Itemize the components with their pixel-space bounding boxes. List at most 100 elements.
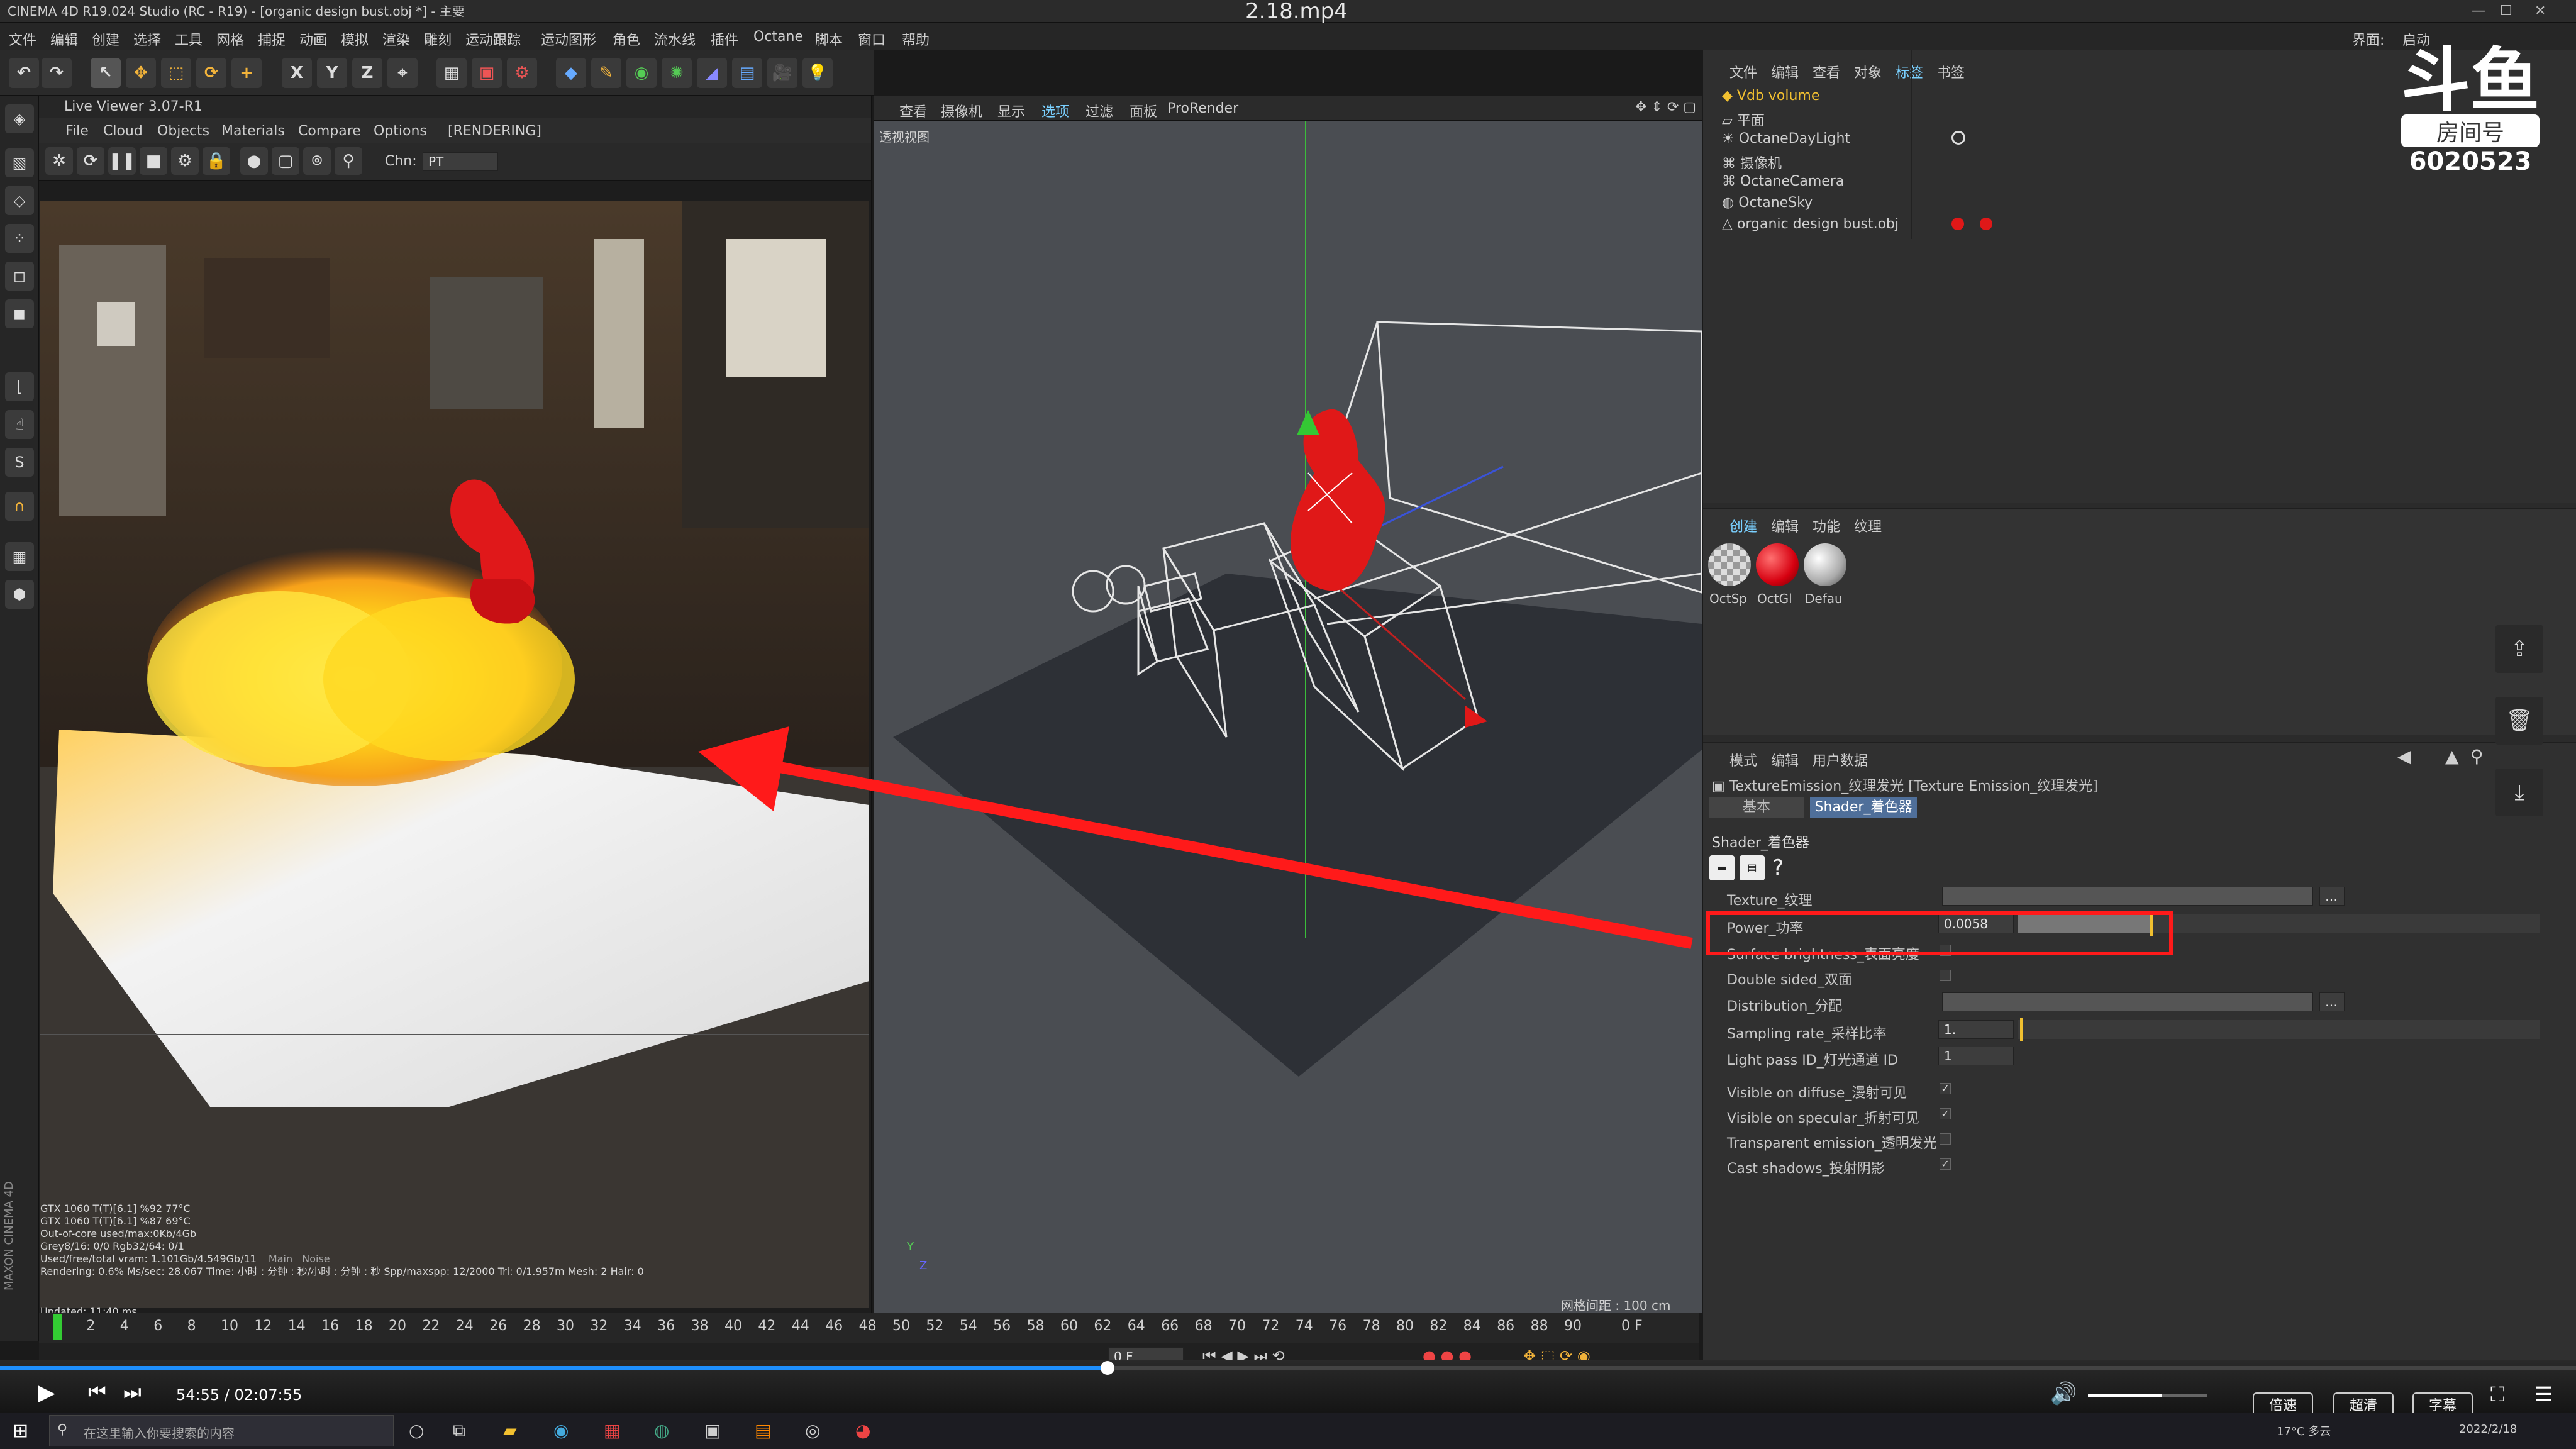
z-axis-lock-button[interactable]: Z	[352, 58, 382, 88]
menu-item-mograph[interactable]: 运动图形	[541, 29, 596, 49]
add-tool-icon[interactable]: +	[231, 58, 262, 88]
points-mode-icon[interactable]: ⁘	[5, 224, 34, 253]
previous-icon[interactable]: ⏮	[88, 1380, 106, 1404]
fullscreen-icon[interactable]: ⛶	[2490, 1382, 2504, 1407]
scale-tool-icon[interactable]: ⬚	[161, 58, 191, 88]
vp-menu-panel[interactable]: 面板	[1130, 101, 1157, 121]
menu-item-select[interactable]: 选择	[133, 29, 161, 49]
axis-mode-icon[interactable]: ⌊	[5, 372, 34, 401]
task-view-icon[interactable]: ⧉	[453, 1420, 465, 1441]
vp-menu-filter[interactable]: 过滤	[1085, 101, 1113, 121]
menu-item-tools[interactable]: 工具	[175, 29, 203, 49]
back-arrow-icon[interactable]: ◀	[2397, 746, 2411, 767]
model-mode-icon[interactable]: ◈	[5, 104, 34, 133]
menu-item-help[interactable]: 帮助	[902, 29, 930, 49]
stop-icon[interactable]: ■	[140, 147, 167, 175]
vp-menu-display[interactable]: 显示	[997, 101, 1025, 121]
menu-item-pipeline[interactable]: 流水线	[654, 29, 696, 49]
distribution-more-button[interactable]: …	[2319, 992, 2345, 1011]
vp-menu-cameras[interactable]: 摄像机	[941, 101, 982, 121]
cloner-icon[interactable]: ✺	[662, 58, 692, 88]
load-preset-icon[interactable]: ▤	[1740, 855, 1765, 880]
floor-icon[interactable]: ▤	[732, 58, 762, 88]
grid-icon[interactable]: ▦	[5, 542, 34, 571]
texture-mode-icon[interactable]: ▧	[5, 148, 34, 177]
timeline-playhead[interactable]	[53, 1314, 62, 1340]
om-menu-file[interactable]: 文件	[1729, 62, 1757, 82]
sampling-rate-slider[interactable]	[2018, 1020, 2540, 1039]
undo-icon[interactable]: ↶	[9, 58, 39, 88]
lv-menu-file[interactable]: File	[65, 123, 89, 139]
render-settings-icon[interactable]: ⚙	[507, 58, 537, 88]
help-icon[interactable]: ?	[1772, 855, 1784, 880]
search-icon[interactable]: ⚲	[2470, 746, 2484, 767]
taskbar-app-icon[interactable]: ▦	[604, 1420, 620, 1441]
tab-shader[interactable]: Shader_着色器	[1810, 797, 1917, 818]
double-sided-checkbox[interactable]	[1940, 970, 1951, 981]
object-row-octane-camera[interactable]: ⌘ OctaneCamera	[1722, 174, 1844, 189]
lv-menu-cloud[interactable]: Cloud	[103, 123, 143, 139]
edges-mode-icon[interactable]: ◻	[5, 262, 34, 291]
texture-more-button[interactable]: …	[2319, 887, 2345, 906]
menu-item-mesh[interactable]: 网格	[216, 29, 244, 49]
volume-icon[interactable]: 🔊	[2050, 1381, 2077, 1406]
sampling-rate-input[interactable]: 1.	[1938, 1020, 2014, 1039]
menu-item-script[interactable]: 脚本	[815, 29, 843, 49]
om-menu-bookmarks[interactable]: 书签	[1937, 62, 1965, 82]
menu-item-render[interactable]: 渲染	[382, 29, 410, 49]
menu-item-character[interactable]: 角色	[613, 29, 640, 49]
mm-menu-texture[interactable]: 纹理	[1854, 516, 1882, 536]
material-default-swatch[interactable]	[1804, 543, 1846, 586]
delete-icon[interactable]: 🗑	[2496, 697, 2543, 745]
cast-shadows-checkbox[interactable]: ✓	[1940, 1158, 1951, 1170]
light-icon[interactable]: 💡	[802, 58, 833, 88]
menu-item-create[interactable]: 创建	[92, 29, 119, 49]
mm-menu-function[interactable]: 功能	[1813, 516, 1840, 536]
material-tag-icon[interactable]	[1980, 218, 1992, 230]
workplane-icon[interactable]: ◇	[5, 186, 34, 215]
taskbar-app-icon[interactable]: ▣	[704, 1420, 721, 1441]
transparent-emission-checkbox[interactable]	[1940, 1133, 1951, 1145]
file-explorer-icon[interactable]: ▰	[503, 1420, 517, 1441]
lv-menu-materials[interactable]: Materials	[221, 123, 285, 139]
vp-menu-options[interactable]: 选项	[1041, 101, 1069, 121]
cortana-icon[interactable]: ○	[409, 1420, 424, 1441]
menu-item-plugins[interactable]: 插件	[711, 29, 738, 49]
material-octgl-swatch[interactable]	[1756, 543, 1799, 586]
object-row-camera[interactable]: ⌘ 摄像机	[1722, 152, 1782, 172]
move-tool-icon[interactable]: ✥	[126, 58, 156, 88]
workplane-lock-icon[interactable]: ⬢	[5, 580, 34, 609]
lv-menu-compare[interactable]: Compare	[298, 123, 361, 139]
pin-icon[interactable]: ⚲	[335, 147, 362, 175]
object-row-octane-daylight[interactable]: ☀ OctaneDayLight	[1722, 131, 1850, 147]
stat-tab-main[interactable]: Main	[269, 1253, 292, 1265]
om-menu-view[interactable]: 查看	[1813, 62, 1840, 82]
object-row-octane-sky[interactable]: ◍ OctaneSky	[1722, 195, 1813, 211]
x-axis-lock-button[interactable]: X	[282, 58, 312, 88]
region-icon[interactable]: ▢	[272, 147, 299, 175]
chrome-taskbar-icon[interactable]: ◕	[855, 1420, 870, 1441]
am-menu-edit[interactable]: 编辑	[1771, 750, 1799, 770]
menu-item-sculpt[interactable]: 雕刻	[424, 29, 452, 49]
camera-icon[interactable]: 🎥	[767, 58, 797, 88]
object-row-vdb-volume[interactable]: ◆ Vdb volume	[1722, 88, 1819, 104]
light-tag-icon[interactable]	[1951, 131, 1965, 145]
close-icon[interactable]: ✕	[2534, 0, 2546, 23]
om-menu-edit[interactable]: 编辑	[1771, 62, 1799, 82]
taskbar-search[interactable]: ⚲ 在这里输入你要搜索的内容	[49, 1415, 394, 1446]
render-settings-gear-icon[interactable]: ⚙	[171, 147, 199, 175]
cinema4d-taskbar-icon[interactable]: ◎	[805, 1420, 820, 1441]
chn-select[interactable]: PT	[423, 152, 498, 171]
object-row-plane[interactable]: ▱ 平面	[1722, 109, 1765, 130]
material-tag-icon[interactable]	[1951, 218, 1964, 230]
texture-slot[interactable]	[1942, 887, 2313, 906]
maximize-icon[interactable]: ☐	[2500, 0, 2512, 23]
y-axis-lock-button[interactable]: Y	[317, 58, 347, 88]
taskbar-app-icon[interactable]: ▤	[755, 1420, 771, 1441]
power-slider-handle[interactable]	[2150, 912, 2153, 936]
viewport-nav-icons[interactable]: ✥ ⇕ ⟳ ▢	[1635, 99, 1696, 115]
polygons-mode-icon[interactable]: ◼	[5, 299, 34, 328]
settings-icon[interactable]: ✲	[45, 147, 73, 175]
cube-icon[interactable]: ◆	[556, 58, 586, 88]
pause-icon[interactable]: ❚❚	[108, 147, 136, 175]
